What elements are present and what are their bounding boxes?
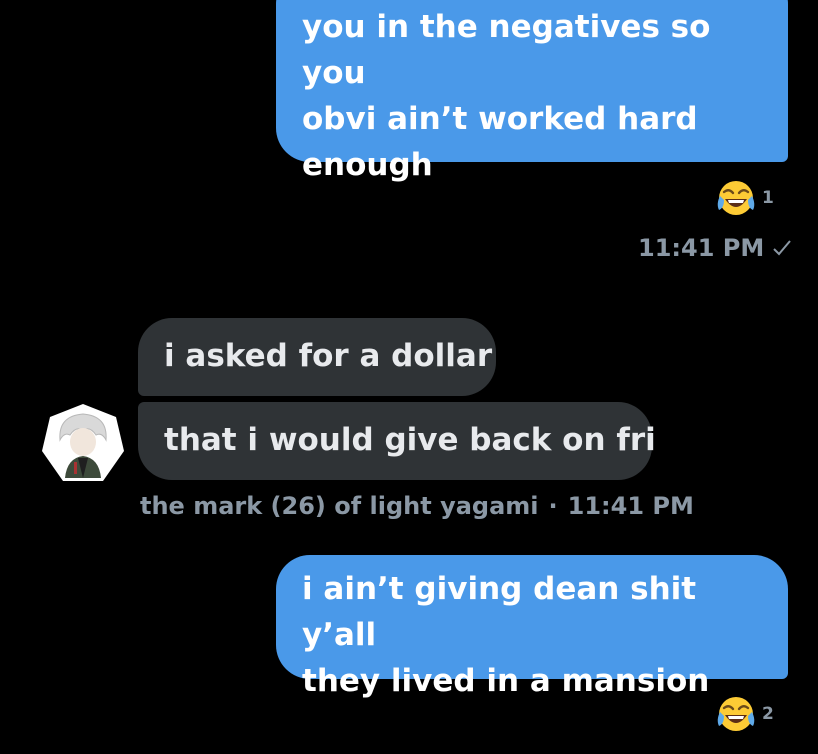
avatar[interactable] — [40, 402, 126, 488]
reaction-badge[interactable]: 1 — [716, 178, 774, 218]
outgoing-message[interactable]: you in the negatives so you obvi ain’t w… — [276, 0, 788, 183]
face-with-tears-of-joy-icon — [717, 697, 755, 731]
reaction-count: 2 — [762, 704, 774, 724]
timestamp: 11:41 PM — [638, 234, 765, 262]
incoming-message[interactable]: that i would give back on fri — [138, 402, 656, 480]
reaction-badge[interactable]: 2 — [716, 694, 774, 734]
reaction-count: 1 — [762, 188, 774, 208]
sender-name[interactable]: the mark (26) of light yagami — [140, 492, 539, 520]
face-with-tears-of-joy-icon — [717, 181, 755, 215]
incoming-message[interactable]: i asked for a dollar — [138, 318, 496, 396]
sender-info: the mark (26) of light yagami · 11:41 PM — [140, 492, 694, 520]
outgoing-message[interactable]: i ain’t giving dean shit y’all they live… — [276, 555, 788, 699]
timestamp: 11:41 PM — [567, 492, 694, 520]
check-icon — [773, 240, 791, 256]
separator: · — [548, 492, 558, 520]
message-status: 11:41 PM — [638, 234, 792, 262]
